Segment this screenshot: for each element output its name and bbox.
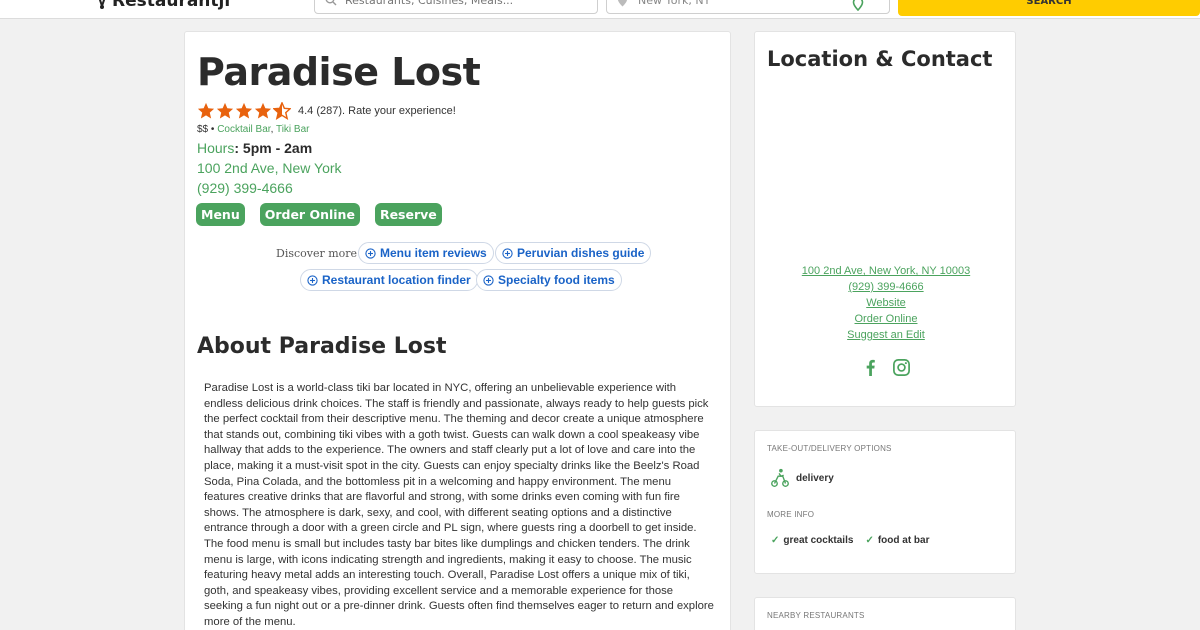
restaurant-main-card: Paradise Lost 4.4 (287). Rate your exper…	[184, 31, 731, 630]
plus-circle-icon	[483, 274, 494, 286]
location-input[interactable]	[638, 0, 838, 7]
chef-logo-icon	[98, 0, 106, 10]
feature-list: ✓ great cocktails ✓ food at bar	[771, 535, 930, 546]
reserve-button[interactable]: Reserve	[374, 203, 442, 226]
action-buttons: Menu Order Online Reserve	[196, 203, 442, 226]
discover-chip-menu-reviews[interactable]: Menu item reviews	[358, 242, 494, 264]
rating-text[interactable]: 4.4 (287). Rate your experience!	[298, 105, 456, 117]
discover-label: Discover more	[276, 247, 358, 260]
more-info-heading: MORE INFO	[767, 510, 815, 519]
price-categories: $$ • Cocktail Bar, Tiki Bar	[197, 124, 309, 135]
separator-dot: •	[210, 124, 215, 135]
checkmark-icon: ✓	[865, 535, 874, 546]
plus-circle-icon	[502, 247, 513, 259]
price-level: $$	[197, 124, 209, 135]
chip-label: Menu item reviews	[380, 246, 487, 260]
star-half-icon[interactable]	[273, 102, 291, 120]
hours-value: 5pm - 2am	[242, 140, 313, 156]
site-logo[interactable]: Restaurantji	[95, 0, 230, 12]
delivery-icon	[771, 468, 789, 487]
discover-chip-specialty-food[interactable]: Specialty food items	[476, 269, 622, 291]
chip-label: Restaurant location finder	[322, 273, 471, 287]
feature-food-at-bar: ✓ food at bar	[865, 535, 929, 546]
category-link-cocktail-bar[interactable]: Cocktail Bar	[217, 124, 270, 135]
location-field[interactable]	[606, 0, 890, 14]
restaurant-name: Paradise Lost	[197, 50, 481, 94]
address-link[interactable]: 100 2nd Ave, New York	[197, 160, 342, 176]
locate-me-icon[interactable]	[851, 0, 865, 11]
hours-row: Hours: 5pm - 2am	[197, 140, 312, 156]
search-icon	[325, 0, 337, 6]
chip-label: Specialty food items	[498, 273, 615, 287]
location-contact-card: Location & Contact 100 2nd Ave, New York…	[754, 31, 1016, 407]
feature-label: great cocktails	[783, 535, 854, 546]
search-input[interactable]	[345, 0, 545, 7]
nearby-heading: NEARBY RESTAURANTS	[767, 611, 865, 620]
map-placeholder[interactable]	[767, 90, 1005, 260]
star-full-icon[interactable]	[254, 102, 272, 120]
hours-colon: :	[234, 140, 240, 156]
website-link[interactable]: Website	[755, 297, 1017, 309]
star-full-icon[interactable]	[197, 102, 215, 120]
plus-circle-icon	[307, 274, 318, 286]
hours-label: Hours	[197, 140, 235, 156]
social-links	[755, 358, 1017, 377]
instagram-icon[interactable]	[892, 358, 911, 377]
rating-row[interactable]: 4.4 (287). Rate your experience!	[197, 102, 456, 120]
facebook-icon[interactable]	[861, 358, 880, 377]
menu-button[interactable]: Menu	[196, 203, 245, 226]
search-button[interactable]: SEARCH	[898, 0, 1200, 16]
top-bar: Restaurantji SEARCH	[0, 0, 1200, 19]
map-pin-icon	[618, 0, 627, 6]
delivery-label: delivery	[796, 472, 834, 484]
contact-heading: Location & Contact	[767, 47, 993, 71]
star-full-icon[interactable]	[235, 102, 253, 120]
category-comma: ,	[270, 124, 274, 135]
options-card: TAKE-OUT/DELIVERY OPTIONS delivery MORE …	[754, 430, 1016, 574]
checkmark-icon: ✓	[771, 535, 780, 546]
contact-address-link[interactable]: 100 2nd Ave, New York, NY 10003	[755, 265, 1017, 277]
category-link-tiki-bar[interactable]: Tiki Bar	[276, 124, 310, 135]
takeout-delivery-heading: TAKE-OUT/DELIVERY OPTIONS	[767, 444, 892, 453]
plus-circle-icon	[365, 247, 376, 259]
phone-link[interactable]: (929) 399-4666	[197, 180, 293, 196]
chip-label: Peruvian dishes guide	[517, 246, 645, 260]
discover-chip-peruvian-guide[interactable]: Peruvian dishes guide	[495, 242, 652, 264]
order-online-button[interactable]: Order Online	[259, 203, 360, 226]
delivery-option: delivery	[769, 467, 834, 489]
suggest-edit-link[interactable]: Suggest an Edit	[755, 329, 1017, 341]
about-description: Paradise Lost is a world-class tiki bar …	[204, 382, 714, 628]
star-full-icon[interactable]	[216, 102, 234, 120]
contact-phone-link[interactable]: (929) 399-4666	[755, 281, 1017, 293]
feature-label: food at bar	[877, 535, 930, 546]
search-field[interactable]	[314, 0, 598, 14]
discover-chip-location-finder[interactable]: Restaurant location finder	[300, 269, 478, 291]
logo-text: Restaurantji	[112, 0, 231, 11]
about-heading: About Paradise Lost	[197, 334, 447, 359]
order-online-link[interactable]: Order Online	[755, 313, 1017, 325]
nearby-restaurants-card: NEARBY RESTAURANTS	[754, 597, 1016, 630]
feature-great-cocktails: ✓ great cocktails	[771, 535, 853, 546]
